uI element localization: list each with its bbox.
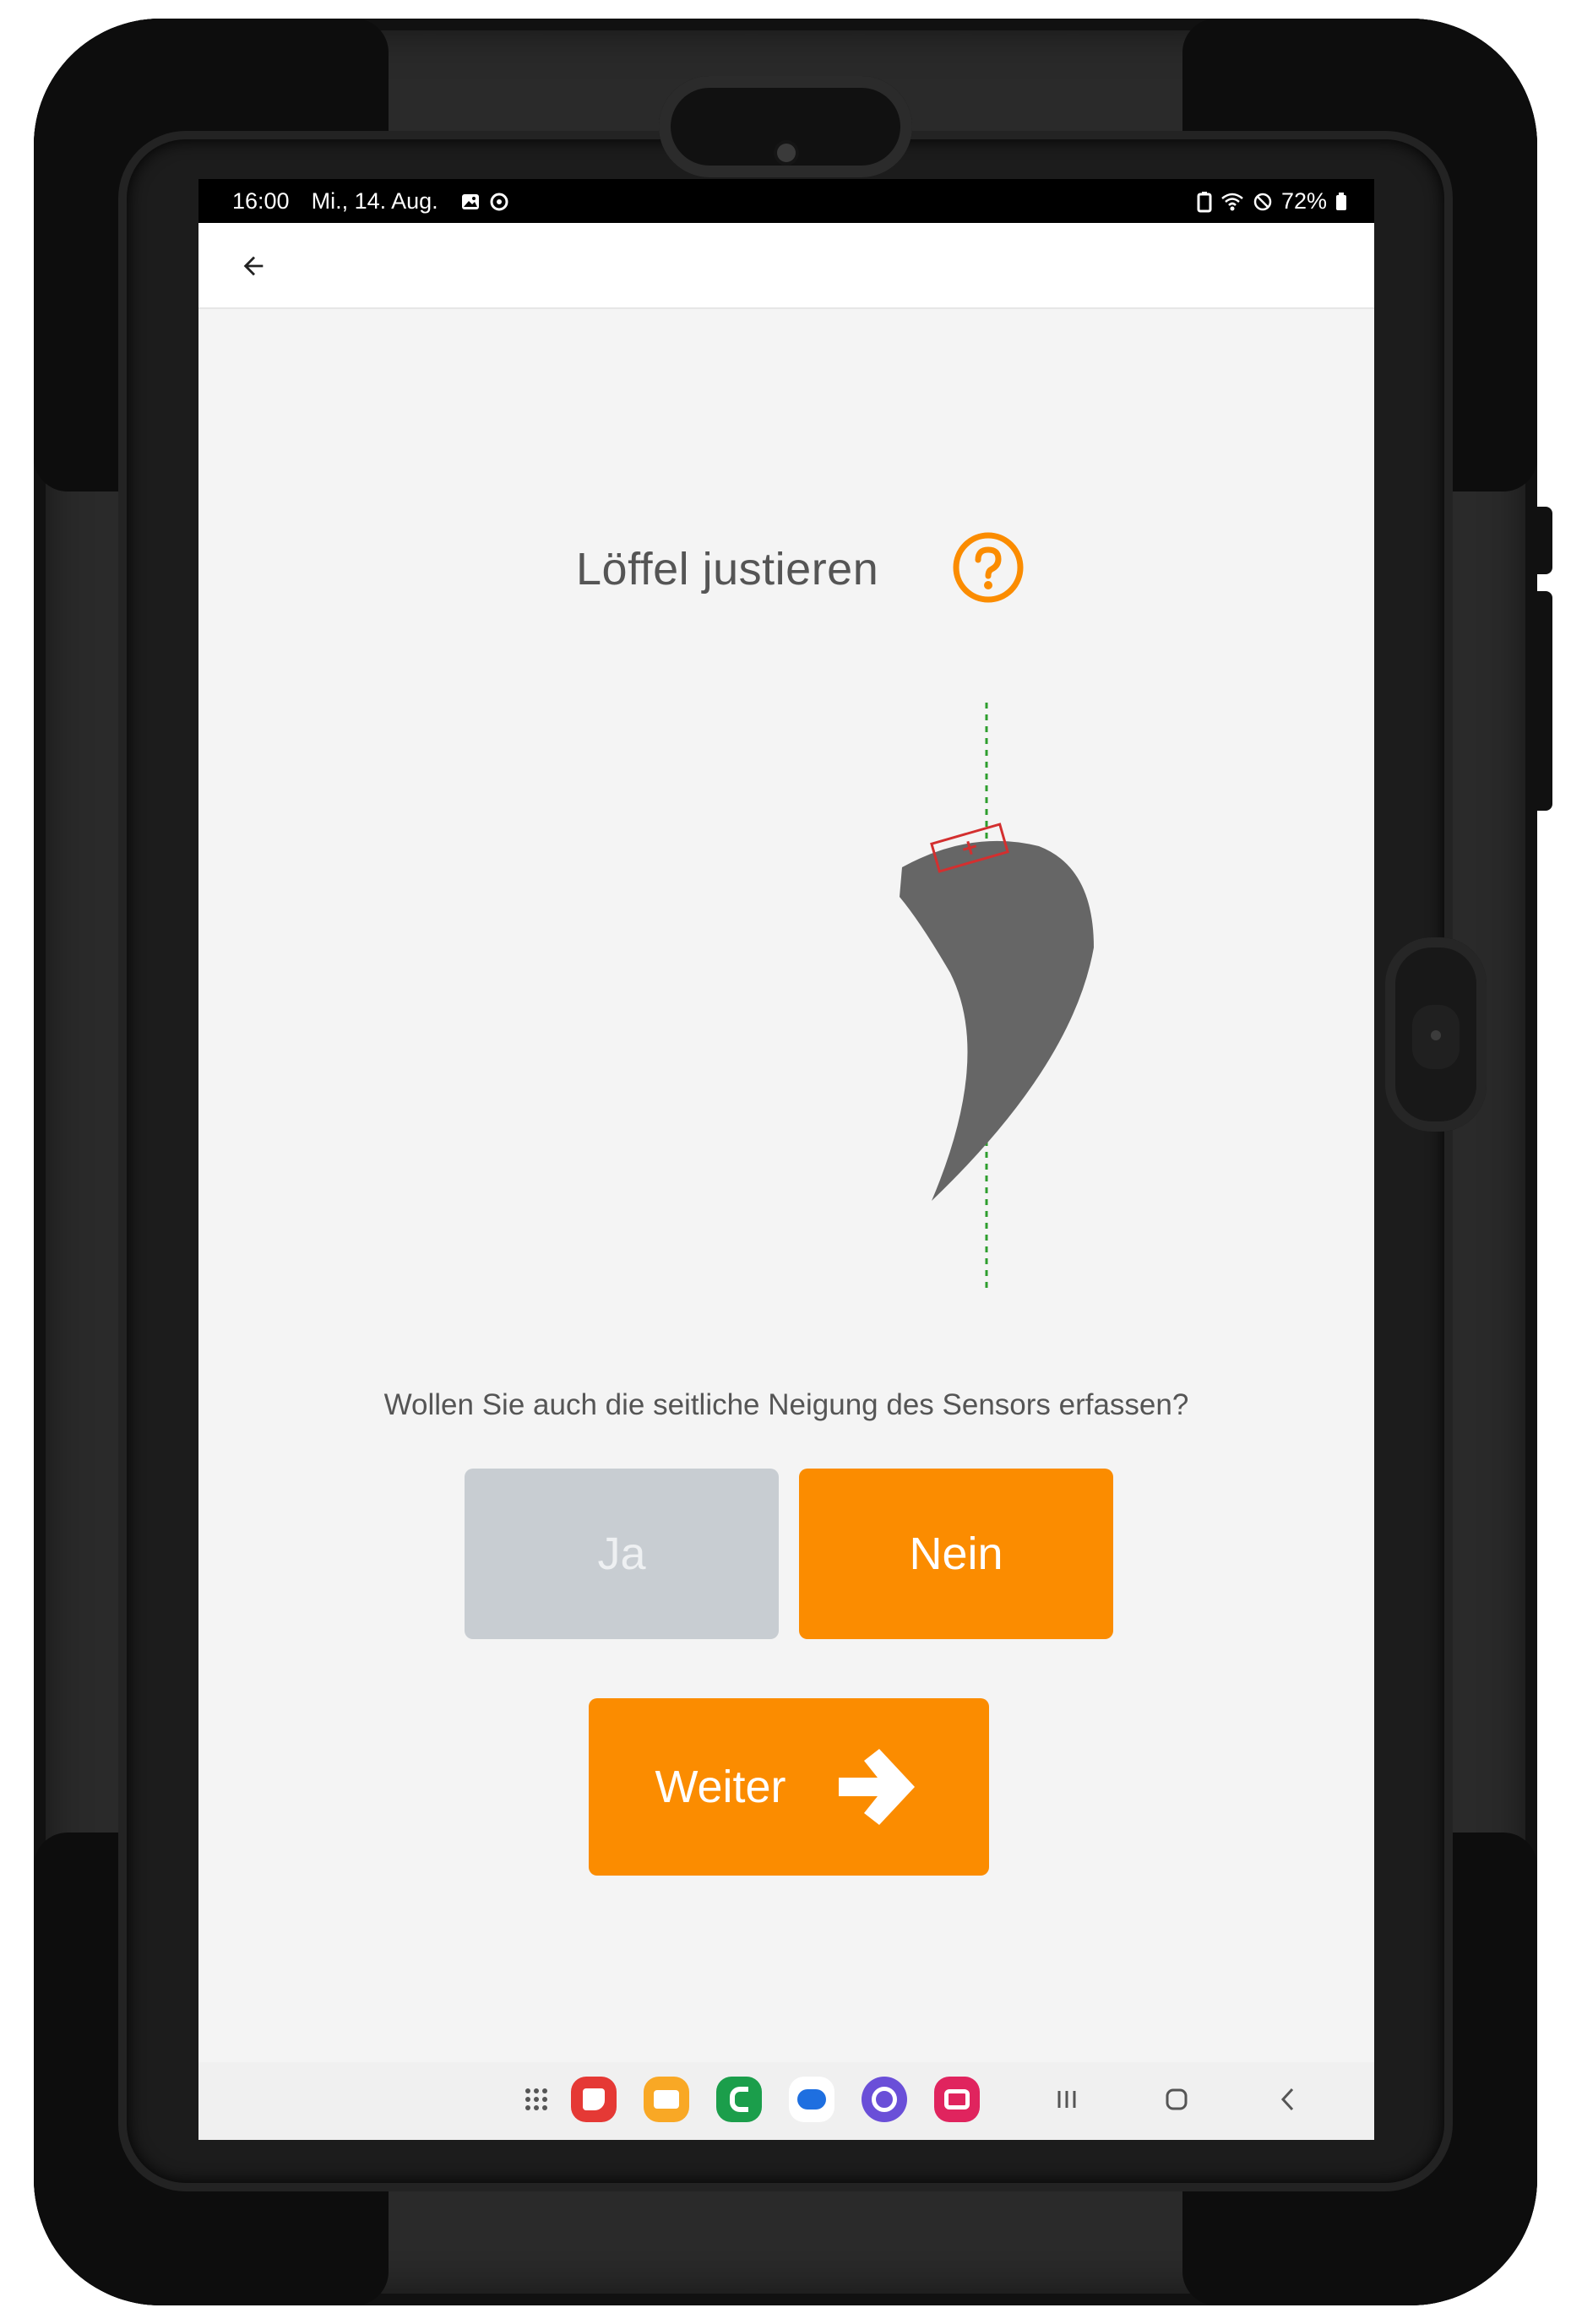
gallery-icon — [461, 193, 479, 209]
yes-button-label: Ja — [597, 1529, 646, 1579]
apps-grid-button[interactable] — [513, 2076, 560, 2123]
home-button[interactable] — [1153, 2076, 1200, 2123]
question-circle-icon — [953, 532, 1024, 603]
battery-saver-icon — [1197, 191, 1212, 212]
phone-app-icon — [716, 2077, 762, 2122]
apps-grid-icon — [525, 2088, 547, 2110]
back-icon — [1280, 2088, 1294, 2111]
sync-icon — [490, 193, 508, 210]
notes-app-button[interactable] — [570, 2076, 617, 2123]
wifi-icon — [1221, 193, 1243, 210]
camera-app-button[interactable] — [933, 2076, 981, 2123]
browser-app-icon — [862, 2077, 907, 2122]
power-key[interactable] — [1534, 591, 1552, 811]
recents-icon — [1057, 2091, 1076, 2108]
screen: 16:00 Mi., 14. Aug. 72% Löffel justieren… — [198, 179, 1374, 2140]
recents-button[interactable] — [1043, 2076, 1090, 2123]
no-button-label: Nein — [909, 1529, 1003, 1579]
title-row: Löffel justieren — [198, 521, 1374, 614]
camera-lens — [777, 144, 796, 162]
bucket-shape — [900, 840, 1094, 1201]
messages-app-button[interactable] — [788, 2076, 835, 2123]
do-not-disturb-icon — [1253, 193, 1272, 210]
home-icon — [1166, 2088, 1188, 2110]
arrow-right-icon — [838, 1749, 915, 1825]
status-time: 16:00 — [232, 188, 290, 214]
browser-app-button[interactable] — [861, 2076, 908, 2123]
case-side-button-knob — [1412, 1005, 1460, 1069]
next-button[interactable]: Weiter — [589, 1698, 989, 1876]
camera-app-icon — [934, 2077, 980, 2122]
help-button[interactable] — [952, 531, 1025, 604]
arrow-back-icon — [243, 256, 264, 276]
status-bar: 16:00 Mi., 14. Aug. 72% — [198, 179, 1374, 223]
system-back-button[interactable] — [1264, 2076, 1312, 2123]
phone-app-button[interactable] — [715, 2076, 763, 2123]
bucket-illustration — [722, 694, 1094, 1302]
volume-key[interactable] — [1534, 507, 1552, 574]
status-date: Mi., 14. Aug. — [311, 188, 438, 214]
yes-button[interactable]: Ja — [465, 1469, 779, 1639]
battery-percent: 72% — [1280, 188, 1327, 214]
files-app-button[interactable] — [643, 2076, 690, 2123]
back-button[interactable] — [232, 245, 275, 287]
question-text: Wollen Sie auch die seitliche Neigung de… — [383, 1388, 1189, 1421]
navigation-bar — [198, 2062, 1374, 2140]
next-button-label: Weiter — [655, 1762, 786, 1812]
page-title: Löffel justieren — [576, 544, 879, 595]
battery-icon — [1336, 192, 1346, 210]
messages-app-icon — [789, 2077, 834, 2122]
no-button[interactable]: Nein — [799, 1469, 1113, 1639]
app-bar — [198, 223, 1374, 309]
camera-housing — [659, 76, 912, 177]
files-app-icon — [644, 2077, 689, 2122]
notes-app-icon — [571, 2077, 617, 2122]
